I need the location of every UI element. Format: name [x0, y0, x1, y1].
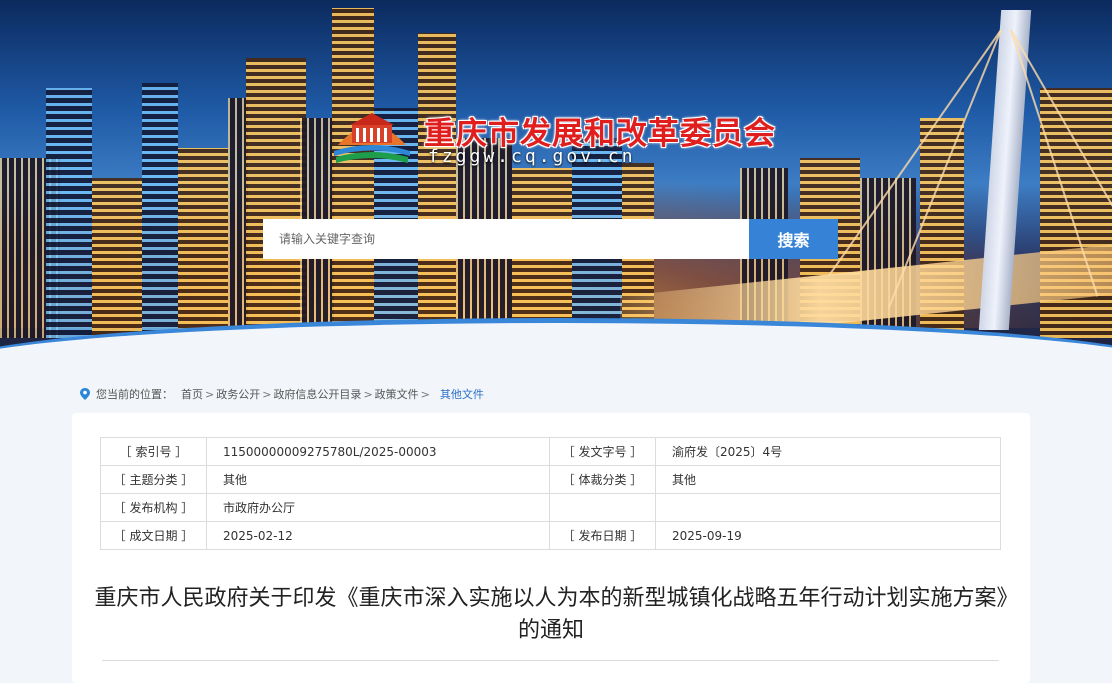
written-date-label: ［ 成文日期 ］: [100, 521, 207, 550]
metadata-row: ［ 发布机构 ］ 市政府办公厅: [100, 493, 1001, 522]
breadcrumb-prefix: 您当前的位置：: [96, 388, 173, 401]
skyline-building: [46, 88, 92, 338]
government-building-logo-icon: [334, 113, 410, 163]
publish-date-label: ［ 发布日期 ］: [549, 521, 656, 550]
location-pin-icon: [80, 388, 90, 400]
publish-date-value: 2025-09-19: [655, 521, 1001, 550]
skyline-building: [418, 33, 456, 338]
index-number-value: 11500000009275780L/2025-00003: [206, 437, 550, 466]
empty-label-cell: [549, 493, 656, 522]
document-number-value: 渝府发〔2025〕4号: [655, 437, 1001, 466]
breadcrumb-separator: >: [205, 387, 215, 401]
breadcrumb-link-policy-docs[interactable]: 政策文件: [375, 386, 419, 402]
search-input[interactable]: [263, 219, 749, 259]
skyline-building: [142, 83, 178, 338]
metadata-row: ［ 成文日期 ］ 2025-02-12 ［ 发布日期 ］ 2025-09-19: [100, 521, 1001, 550]
issuing-agency-value: 市政府办公厅: [206, 493, 550, 522]
skyline-building: [228, 98, 248, 338]
header-banner: 重庆市发展和改革委员会 fzggw.cq.gov.cn: [0, 0, 1112, 368]
skyline-building: [246, 58, 306, 338]
breadcrumb-separator: >: [420, 387, 430, 401]
document-number-label: ［ 发文字号 ］: [549, 437, 656, 466]
title-divider: [102, 660, 999, 661]
skyline-building: [92, 178, 142, 338]
document-card: ［ 索引号 ］ 11500000009275780L/2025-00003 ［ …: [72, 413, 1030, 683]
breadcrumb: 您当前的位置： 首页 > 政务公开 > 政府信息公开目录 > 政策文件 > 其他…: [80, 386, 484, 402]
document-title: 重庆市人民政府关于印发《重庆市深入实施以人为本的新型城镇化战略五年行动计划实施方…: [94, 586, 1008, 643]
index-number-label: ［ 索引号 ］: [100, 437, 207, 466]
site-domain: fzggw.cq.gov.cn: [428, 146, 636, 167]
empty-value-cell: [655, 493, 1001, 522]
breadcrumb-link-gov-affairs[interactable]: 政务公开: [216, 386, 260, 402]
metadata-row: ［ 索引号 ］ 11500000009275780L/2025-00003 ［ …: [100, 437, 1001, 466]
skyline-building: [178, 148, 228, 338]
breadcrumb-current[interactable]: 其他文件: [440, 386, 484, 402]
metadata-row: ［ 主题分类 ］ 其他 ［ 体裁分类 ］ 其他: [100, 465, 1001, 494]
document-metadata-table: ［ 索引号 ］ 11500000009275780L/2025-00003 ［ …: [100, 437, 1001, 550]
breadcrumb-separator: >: [262, 387, 272, 401]
genre-category-label: ［ 体裁分类 ］: [549, 465, 656, 494]
search-button[interactable]: 搜索: [749, 219, 838, 259]
genre-category-value: 其他: [655, 465, 1001, 494]
topic-category-value: 其他: [206, 465, 550, 494]
breadcrumb-link-home[interactable]: 首页: [181, 386, 203, 402]
topic-category-label: ［ 主题分类 ］: [100, 465, 207, 494]
issuing-agency-label: ［ 发布机构 ］: [100, 493, 207, 522]
breadcrumb-separator: >: [363, 387, 373, 401]
written-date-value: 2025-02-12: [206, 521, 550, 550]
breadcrumb-link-info-catalog[interactable]: 政府信息公开目录: [273, 386, 361, 402]
skyline-building: [332, 8, 374, 338]
